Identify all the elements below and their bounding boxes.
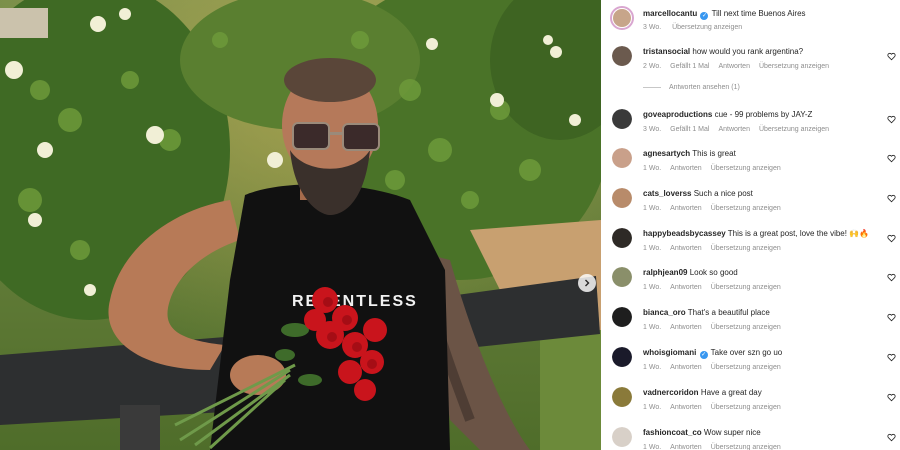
translate-link[interactable]: Übersetzung anzeigen [711,165,781,172]
comment-text: cue - 99 problems by JAY-Z [714,110,813,119]
translate-link[interactable]: Übersetzung anzeigen [711,284,781,291]
heart-icon[interactable] [887,234,896,243]
comment-age: 1 Wo. [643,404,662,411]
comment-username[interactable]: bianca_oro [643,308,686,317]
post-image: RELENTLESS [0,0,601,450]
comment-row: cats_loverss Such a nice post 1 Wo. Antwor… [601,187,900,227]
comment-row: tristansocial how would you rank argenti… [601,45,900,85]
comment-text: Wow super nice [703,428,761,437]
comment-username[interactable]: happybeadsbycassey [643,229,726,238]
caption-text: Till next time Buenos Aires [711,9,806,18]
caption-age: 3 Wo. [643,24,662,31]
heart-icon[interactable] [887,393,896,402]
heart-icon[interactable] [887,433,896,442]
comment-row: agnesartych This is great 1 Wo. Antworten Ü… [601,147,900,187]
heart-icon[interactable] [887,115,896,124]
comment-username[interactable]: vadnercoridon [643,388,699,397]
comment-age: 1 Wo. [643,165,662,172]
comment-age: 3 Wo. [643,126,662,133]
avatar[interactable] [612,347,632,367]
comment-row: whoisgiomani ✓ Take over szn go uo 1 Wo. A… [601,346,900,386]
verified-badge-icon: ✓ [699,351,708,359]
replies-divider [643,86,661,88]
translate-link[interactable]: Übersetzung anzeigen [759,63,829,70]
comment-text: how would you rank argentina? [692,47,804,56]
avatar[interactable] [612,427,632,447]
avatar[interactable] [610,6,634,30]
comment-text: This is great [692,149,736,158]
comment-username[interactable]: tristansocial [643,47,690,56]
comments-panel: marcellocantu ✓ Till next time Buenos Ai… [601,0,900,450]
comment-username[interactable]: fashioncoat_co [643,428,702,437]
comment-age: 2 Wo. [643,63,662,70]
heart-icon[interactable] [887,273,896,282]
comment-row: ralphjean09 Look so good 1 Wo. Antworten Üb… [601,266,900,306]
comment-row: bianca_oro That's a beautiful place 1 Wo.… [601,306,900,346]
avatar[interactable] [612,109,632,129]
translate-link[interactable]: Übersetzung anzeigen [711,364,781,371]
reply-button[interactable]: Antworten [670,404,702,411]
translate-link[interactable]: Übersetzung anzeigen [711,324,781,331]
view-replies-label: Antworten ansehen (1) [669,84,740,91]
reply-button[interactable]: Antworten [670,205,702,212]
heart-icon[interactable] [887,313,896,322]
heart-icon[interactable] [887,154,896,163]
avatar[interactable] [612,46,632,66]
like-count[interactable]: Gefällt 1 Mal [670,126,709,133]
comment-age: 1 Wo. [643,284,662,291]
view-replies-link[interactable]: Antworten ansehen (1) [643,84,740,91]
translate-link[interactable]: Übersetzung anzeigen [672,24,742,31]
translate-link[interactable]: Übersetzung anzeigen [759,126,829,133]
comment-username[interactable]: whoisgiomani [643,348,696,357]
shirt-text: RELENTLESS [292,293,418,310]
comment-age: 1 Wo. [643,324,662,331]
reply-button[interactable]: Antworten [670,324,702,331]
caption-row: marcellocantu ✓ Till next time Buenos Ai… [601,0,900,40]
verified-badge-icon: ✓ [700,12,709,20]
avatar[interactable] [612,148,632,168]
comment-text: That's a beautiful place [687,308,770,317]
comment-row: fashioncoat_co Wow super nice 1 Wo. Antwor… [601,426,900,450]
avatar[interactable] [612,387,632,407]
avatar[interactable] [612,188,632,208]
comment-text: This is a great post, love the vibe! 🙌🔥 [727,229,870,238]
translate-link[interactable]: Übersetzung anzeigen [711,245,781,252]
translate-link[interactable]: Übersetzung anzeigen [711,404,781,411]
comment-username[interactable]: ralphjean09 [643,268,687,277]
comment-age: 1 Wo. [643,245,662,252]
like-count[interactable]: Gefällt 1 Mal [670,63,709,70]
comment-age: 1 Wo. [643,444,662,450]
comment-username[interactable]: goveaproductions [643,110,712,119]
heart-icon[interactable] [887,52,896,61]
chevron-right-icon [585,279,590,287]
comment-text: Such a nice post [693,189,753,198]
next-slide-button[interactable] [578,274,596,292]
comment-age: 1 Wo. [643,364,662,371]
reply-button[interactable]: Antworten [670,364,702,371]
comment-username[interactable]: cats_loverss [643,189,691,198]
comment-row: goveaproductions cue - 99 problems by JA… [601,108,900,148]
reply-button[interactable]: Antworten [718,126,750,133]
reply-button[interactable]: Antworten [670,165,702,172]
reply-button[interactable]: Antworten [670,284,702,291]
avatar[interactable] [612,228,632,248]
comment-age: 1 Wo. [643,205,662,212]
translate-link[interactable]: Übersetzung anzeigen [711,444,781,450]
reply-button[interactable]: Antworten [718,63,750,70]
reply-button[interactable]: Antworten [670,245,702,252]
translate-link[interactable]: Übersetzung anzeigen [711,205,781,212]
comment-row: happybeadsbycassey This is a great post,… [601,227,900,267]
comment-text: Take over szn go uo [710,348,783,357]
post-photo: RELENTLESS [0,0,601,450]
reply-button[interactable]: Antworten [670,444,702,450]
comment-username[interactable]: agnesartych [643,149,690,158]
heart-icon[interactable] [887,194,896,203]
avatar[interactable] [612,307,632,327]
comment-text: Have a great day [700,388,762,397]
avatar[interactable] [612,267,632,287]
heart-icon[interactable] [887,353,896,362]
comment-row: vadnercoridon Have a great day 1 Wo. Antwo… [601,386,900,426]
caption-username[interactable]: marcellocantu [643,9,697,18]
comment-text: Look so good [689,268,738,277]
